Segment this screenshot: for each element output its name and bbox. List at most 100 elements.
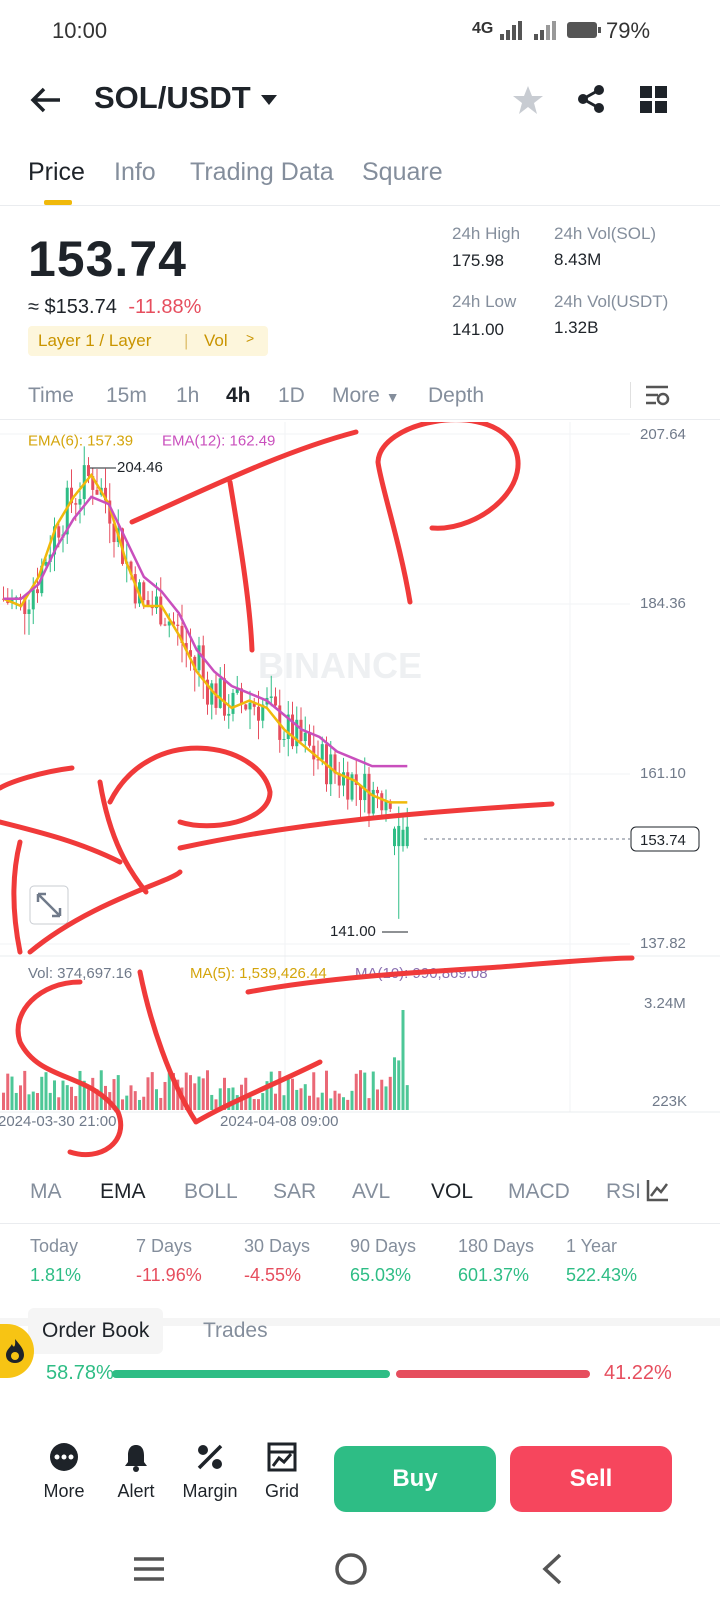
sell-ratio: 41.22% (604, 1362, 672, 1384)
candle (380, 793, 384, 811)
perf-label: Today (30, 1236, 79, 1256)
indicator-macd[interactable]: MACD (508, 1180, 570, 1204)
candle (74, 503, 78, 505)
candle (269, 696, 273, 698)
recent-apps-icon[interactable] (132, 1554, 166, 1584)
volume-bar (201, 1078, 205, 1110)
pair-label: SOL/USDT (94, 80, 251, 115)
perf-label: 1 Year (566, 1236, 618, 1256)
candle (231, 692, 235, 714)
interval-depth[interactable]: Depth (428, 384, 484, 408)
system-back-icon[interactable] (540, 1552, 564, 1586)
status-bar: 10:00 4G 79% (0, 0, 720, 62)
vol-tag-label: Vol (204, 331, 228, 350)
high-value: 175.98 (452, 251, 504, 270)
low-label: 24h Low (452, 292, 517, 311)
buy-button[interactable]: Buy (334, 1446, 496, 1512)
indicator-ema[interactable]: EMA (100, 1180, 146, 1204)
vol-label: Vol: 374,697.16 (28, 965, 132, 982)
x-tick-2: 2024-04-08 09:00 (220, 1113, 338, 1130)
candle (159, 596, 163, 625)
candle (244, 704, 248, 710)
candle (320, 744, 324, 760)
perf-label: 180 Days (458, 1236, 535, 1256)
candle (142, 582, 146, 601)
tab-square[interactable]: Square (362, 158, 443, 187)
home-icon[interactable] (334, 1552, 368, 1586)
volume-bar (36, 1093, 39, 1110)
ema12-label: EMA(12): 162.49 (162, 433, 275, 450)
interval-1d[interactable]: 1D (278, 384, 305, 408)
tab-trading-data[interactable]: Trading Data (190, 158, 334, 187)
grid-menu-icon[interactable] (640, 86, 668, 114)
volume-bar (142, 1096, 146, 1110)
sell-button[interactable]: Sell (510, 1446, 672, 1512)
kline-chart[interactable]: BINANCE EMA(6): 157.39 EMA(12): 162.49 2… (0, 422, 720, 1162)
volume-bar (405, 1085, 409, 1110)
candle (78, 499, 82, 505)
chart-settings-icon[interactable] (644, 384, 670, 406)
candle (397, 825, 401, 847)
volume-bar (354, 1073, 358, 1110)
indicator-settings-icon[interactable] (646, 1178, 670, 1202)
volume-bar (138, 1099, 141, 1110)
volume-bar (121, 1099, 124, 1110)
alert-button[interactable]: Alert (106, 1442, 166, 1502)
share-icon[interactable] (576, 84, 606, 114)
category-tag[interactable]: Layer 1 / Layer | Vol > (28, 326, 268, 356)
volume-bar (291, 1078, 294, 1110)
more-button[interactable]: More (34, 1442, 94, 1502)
header: SOL/USDT (0, 62, 720, 142)
indicator-avl[interactable]: AVL (352, 1180, 390, 1204)
perf-180d: 180 Days 601.37% (458, 1236, 534, 1286)
candle (197, 645, 201, 671)
volume-bar (295, 1089, 299, 1110)
volume-bar (308, 1095, 311, 1110)
interval-4h[interactable]: 4h (226, 384, 251, 408)
volume-bar (257, 1099, 260, 1110)
interval-1h[interactable]: 1h (176, 384, 199, 408)
tab-order-book[interactable]: Order Book (28, 1308, 164, 1354)
indicator-sar[interactable]: SAR (273, 1180, 316, 1204)
volume-bar (6, 1073, 10, 1110)
watermark: BINANCE (258, 645, 422, 686)
tab-trades[interactable]: Trades (203, 1319, 268, 1343)
interval-more[interactable]: More ▼ (332, 384, 400, 408)
grid-button[interactable]: Grid (252, 1442, 312, 1502)
y-tick-1: 207.64 (640, 426, 686, 443)
indicator-boll[interactable]: BOLL (184, 1180, 238, 1204)
indicator-vol[interactable]: VOL (431, 1180, 473, 1204)
indicator-bar: MA EMA BOLL SAR AVL VOL MACD RSI (0, 1162, 720, 1224)
indicator-ma[interactable]: MA (30, 1180, 62, 1204)
pair-title[interactable]: SOL/USDT (94, 80, 277, 116)
candle (57, 526, 61, 538)
volume-bar (61, 1080, 65, 1110)
more-icon (50, 1443, 78, 1471)
vol-usdt-label: 24h Vol(USDT) (554, 292, 669, 311)
kline-chart-svg: BINANCE EMA(6): 157.39 EMA(12): 162.49 2… (0, 422, 720, 1158)
volume-bar (393, 1057, 396, 1110)
price-summary: 153.74 ≈ $153.74 -11.88% Layer 1 / Layer… (0, 210, 720, 360)
tab-info[interactable]: Info (114, 158, 156, 187)
star-icon[interactable] (512, 84, 544, 116)
indicator-rsi[interactable]: RSI (606, 1180, 641, 1204)
back-arrow-icon[interactable] (30, 86, 62, 114)
current-price-tag-label: 153.74 (640, 832, 686, 849)
flame-icon (6, 1339, 24, 1363)
interval-time[interactable]: Time (28, 384, 74, 408)
volume-bar (325, 1070, 328, 1110)
vol-sol-label: 24h Vol(SOL) (554, 224, 657, 243)
margin-button[interactable]: Margin (180, 1442, 240, 1502)
interval-15m[interactable]: 15m (106, 384, 147, 408)
volume-bar (359, 1070, 362, 1110)
y-tick-4: 137.82 (640, 935, 686, 952)
perf-today: Today 1.81% (30, 1236, 81, 1286)
volume-bar (206, 1070, 209, 1110)
tab-price[interactable]: Price (28, 158, 85, 187)
candle (291, 714, 294, 747)
volume-bar (278, 1071, 282, 1110)
volume-bar (252, 1099, 256, 1110)
candle (201, 645, 205, 680)
vol-sol-value: 8.43M (554, 250, 602, 269)
high-label: 24h High (452, 224, 521, 243)
